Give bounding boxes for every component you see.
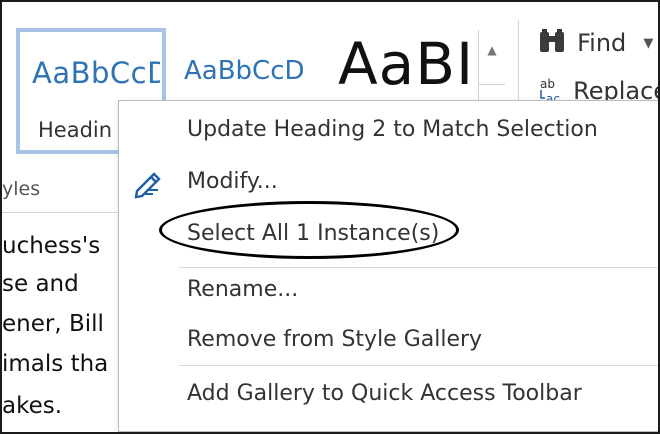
document-text-line: uchess's [2,233,101,259]
menu-item-add-gallery-to-qat[interactable]: Add Gallery to Quick Access Toolbar [119,375,658,419]
menu-item-label: Update Heading 2 to Match Selection [187,117,598,142]
document-text-line: se and [2,271,79,297]
menu-item-label: Modify... [187,169,278,194]
menu-item-label: Remove from Style Gallery [187,327,483,352]
find-label: Find [577,29,627,57]
document-text-line: ener, Bill [2,311,104,337]
screenshot-frame: AaBbCcD Headin AaBbCcD AaBI ▲ ▼ yles [0,0,660,434]
style-preview-text: AaBI [338,30,475,98]
menu-item-label: Add Gallery to Quick Access Toolbar [187,381,582,406]
styles-group-label: yles [2,178,41,200]
style-preview-text: AaBbCcD [184,56,305,86]
chevron-up-icon: ▲ [487,43,497,57]
style-preview-text: AaBbCcD [32,56,160,90]
document-text-line: imals tha [2,351,109,377]
chevron-down-icon[interactable]: ▼ [643,36,653,51]
menu-item-label: Rename... [187,277,299,302]
menu-item-label: Select All 1 Instance(s) [187,221,440,246]
find-button[interactable]: Find ▼ [536,28,653,58]
binoculars-icon [536,28,572,58]
menu-item-select-all-instances[interactable]: Select All 1 Instance(s) [119,215,658,259]
gallery-scroll-up-button[interactable]: ▲ [479,30,505,70]
document-text-line: akes. [2,393,63,419]
menu-separator [179,365,658,366]
modify-style-icon [131,167,165,201]
menu-item-modify[interactable]: Modify... [119,163,658,207]
style-context-menu: Update Heading 2 to Match Selection Modi… [118,100,658,432]
style-name: Headin [38,118,113,142]
menu-item-update-heading[interactable]: Update Heading 2 to Match Selection [119,111,658,155]
svg-text:ab: ab [540,77,555,91]
menu-item-rename[interactable]: Rename... [119,271,658,315]
menu-item-remove-from-gallery[interactable]: Remove from Style Gallery [119,321,658,365]
menu-separator [179,267,658,268]
